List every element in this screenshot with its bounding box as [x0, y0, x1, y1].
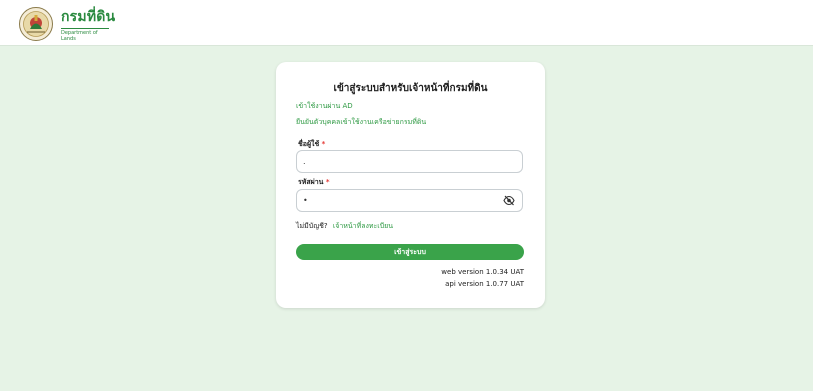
login-title: เข้าสู่ระบบสำหรับเจ้าหน้าที่กรมที่ดิน: [333, 83, 488, 94]
password-input[interactable]: •: [296, 189, 523, 212]
login-button[interactable]: เข้าสู่ระบบ: [296, 244, 524, 260]
eye-slash-icon[interactable]: [503, 195, 515, 206]
username-label: ชื่อผู้ใช้ *: [298, 139, 325, 150]
brand-name: กรมที่ดิน: [61, 9, 116, 25]
identity-verify-link[interactable]: ยืนยันตัวบุคคลเข้าใช้งานเครือข่ายกรมที่ด…: [296, 117, 426, 128]
web-version: web version 1.0.34 UAT: [441, 268, 524, 276]
department-of-lands-logo-icon[interactable]: [19, 7, 53, 41]
top-bar: กรมที่ดิน Department of Lands: [0, 0, 813, 46]
required-mark: *: [325, 178, 330, 186]
username-label-text: ชื่อผู้ใช้: [298, 140, 320, 148]
ad-login-link[interactable]: เข้าใช้งานผ่าน AD: [296, 101, 353, 112]
password-label-text: รหัสผ่าน: [298, 178, 324, 186]
login-card: เข้าสู่ระบบสำหรับเจ้าหน้าที่กรมที่ดิน เข…: [276, 62, 545, 308]
register-link[interactable]: เจ้าหน้าที่ลงทะเบียน: [333, 222, 393, 230]
api-version: api version 1.0.77 UAT: [445, 280, 524, 288]
username-input[interactable]: .: [296, 150, 523, 173]
no-account-text: ไม่มีบัญชี?: [296, 222, 328, 230]
password-label: รหัสผ่าน *: [298, 177, 330, 188]
brand-subtitle: Department of Lands: [61, 28, 109, 42]
no-account-row: ไม่มีบัญชี? เจ้าหน้าที่ลงทะเบียน: [296, 221, 393, 232]
required-mark: *: [321, 140, 326, 148]
